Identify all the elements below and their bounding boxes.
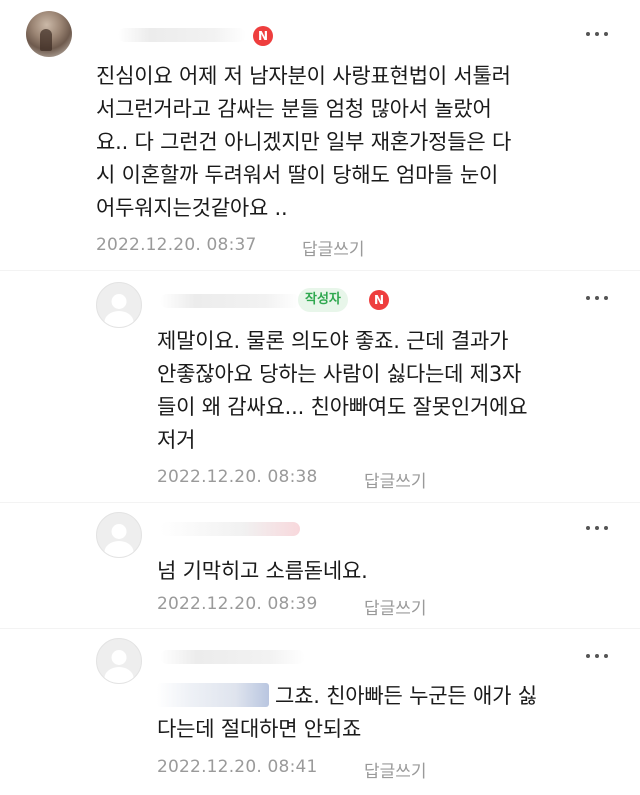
more-options-icon[interactable] bbox=[585, 294, 609, 302]
author-badge: 작성자 bbox=[298, 288, 348, 312]
reply-button[interactable]: 답글쓰기 bbox=[364, 757, 427, 782]
comment-text: 그쵸. 친아빠든 누군든 애가 싫 다는데 절대하면 안되죠 bbox=[157, 680, 627, 746]
nickname-blurred[interactable] bbox=[160, 522, 300, 536]
comment-date: 2022.12.20. 08:38 bbox=[157, 467, 318, 487]
comment-text: 제말이요. 물론 의도야 좋죠. 근데 결과가 안좋잖아요 당하는 사람이 싫다… bbox=[157, 329, 528, 452]
nickname-blurred[interactable] bbox=[160, 650, 305, 664]
comment-text: 넘 기막히고 소름돋네요. bbox=[157, 559, 368, 583]
reply-button[interactable]: 답글쓰기 bbox=[364, 594, 427, 619]
avatar[interactable] bbox=[96, 638, 142, 684]
new-badge: N bbox=[253, 26, 273, 46]
avatar[interactable] bbox=[96, 512, 142, 558]
new-badge: N bbox=[369, 290, 389, 310]
divider bbox=[0, 270, 640, 271]
avatar[interactable] bbox=[26, 11, 72, 57]
comment-text-line2: 다는데 절대하면 안되죠 bbox=[157, 717, 362, 741]
comment-text: 진심이요 어제 저 남자분이 사랑표현법이 서툴러 서그런거라고 감싸는 분들 … bbox=[96, 64, 512, 220]
mention-blurred[interactable] bbox=[157, 683, 269, 707]
divider bbox=[0, 502, 640, 503]
default-avatar-icon bbox=[111, 294, 127, 310]
more-options-icon[interactable] bbox=[585, 30, 609, 38]
more-options-icon[interactable] bbox=[585, 524, 609, 532]
default-avatar-icon bbox=[111, 650, 127, 666]
comment-date: 2022.12.20. 08:39 bbox=[157, 594, 318, 614]
default-avatar-icon bbox=[111, 524, 127, 540]
reply-button[interactable]: 답글쓰기 bbox=[364, 467, 427, 492]
more-options-icon[interactable] bbox=[585, 652, 609, 660]
comment-date: 2022.12.20. 08:41 bbox=[157, 757, 318, 777]
divider bbox=[0, 628, 640, 629]
nickname-blurred[interactable] bbox=[160, 294, 300, 308]
nickname-blurred[interactable] bbox=[118, 28, 246, 42]
avatar[interactable] bbox=[96, 282, 142, 328]
reply-button[interactable]: 답글쓰기 bbox=[302, 235, 365, 260]
comment-date: 2022.12.20. 08:37 bbox=[96, 235, 257, 255]
comment-text-line1: 그쵸. 친아빠든 누군든 애가 싫 bbox=[275, 684, 537, 708]
